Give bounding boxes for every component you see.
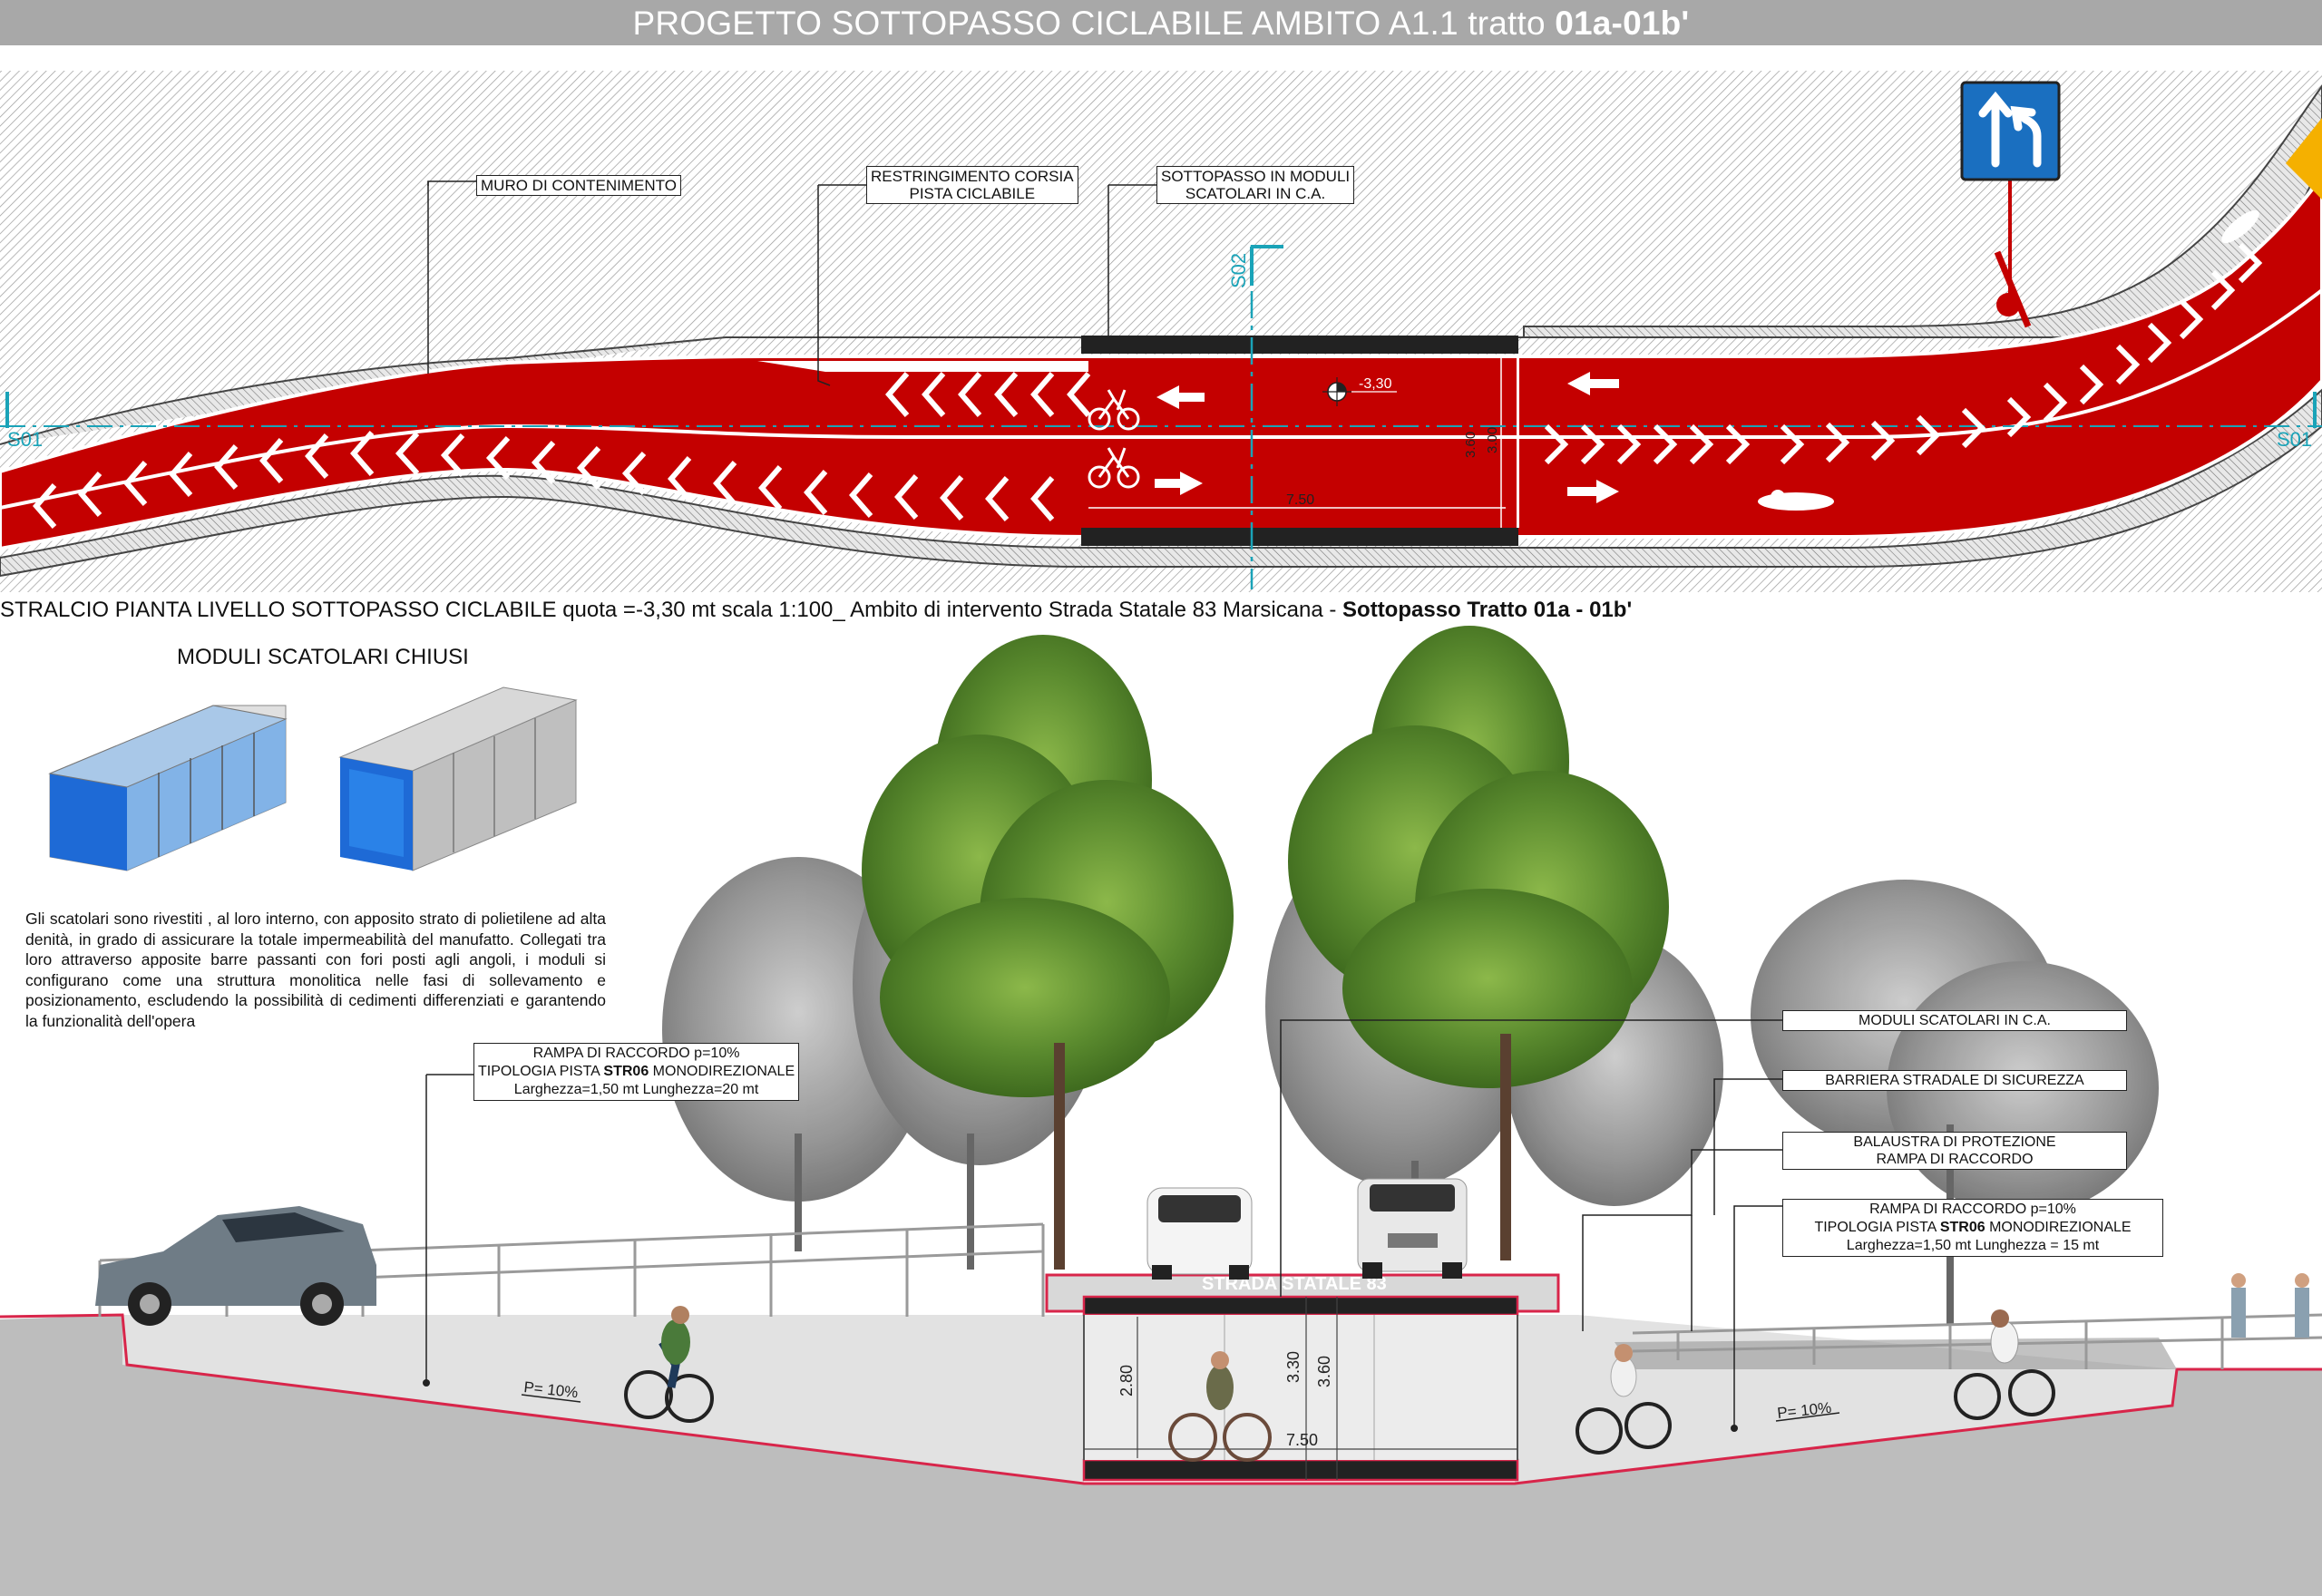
callout-balaustra-l1: BALAUSTRA DI PROTEZIONE	[1853, 1134, 2056, 1150]
moduli-description: Gli scatolari sono rivestiti , al loro i…	[25, 910, 606, 1030]
callout-left-rampa-l2c: MONODIREZIONALE	[649, 1064, 795, 1079]
callout-sottopasso-l2: SCATOLARI IN C.A.	[1185, 185, 1326, 202]
dim-width-label: 7.50	[1286, 492, 1314, 508]
s01-left-label: S01	[7, 428, 43, 451]
callout-left-rampa-l1: RAMPA DI RACCORDO p=10%	[532, 1046, 740, 1061]
callout-balaustra-l2: RAMPA DI RACCORDO	[1876, 1152, 2034, 1167]
s02-label: S02	[1227, 253, 1250, 288]
dim-width: 7.50	[1286, 1431, 1318, 1449]
grass-strip	[1615, 1338, 2177, 1369]
plan-caption-text: STRALCIO PIANTA LIVELLO SOTTOPASSO CICLA…	[0, 598, 1343, 622]
dim-height-b: 3.00	[1485, 427, 1500, 453]
callout-rampa-right-l2b: STR06	[1939, 1220, 1985, 1235]
green-trees	[862, 626, 1669, 1097]
plan-caption: STRALCIO PIANTA LIVELLO SOTTOPASSO CICLA…	[0, 594, 2322, 627]
callout-balaustra: BALAUSTRA DI PROTEZIONE RAMPA DI RACCORDO	[1782, 1132, 2127, 1170]
suv-car	[95, 1206, 376, 1326]
tunnel-roof	[1082, 1295, 1519, 1317]
s01-right-label: S01	[2277, 428, 2312, 451]
callout-sottopasso-l1: SOTTOPASSO IN MODULI	[1161, 168, 1351, 185]
plan-view: S01 S01 S02 -3,30 7.50 3.60 3.00	[0, 71, 2322, 592]
dim-h-mid: 3.30	[1284, 1351, 1302, 1383]
title-text: PROGETTO SOTTOPASSO CICLABILE AMBITO A1.…	[632, 5, 1556, 42]
plan-caption-bold: Sottopasso Tratto 01a - 01b'	[1342, 598, 1633, 622]
callout-muro-text: MURO DI CONTENIMENTO	[481, 177, 677, 194]
direction-sign	[1960, 81, 2061, 181]
callout-barriera: BARRIERA STRADALE DI SICUREZZA	[1782, 1070, 2127, 1091]
callout-rampa-right-l3: Larghezza=1,50 mt Lunghezza = 15 mt	[1846, 1238, 2100, 1253]
callout-restringimento-l2: PISTA CICLABILE	[909, 185, 1036, 202]
dim-h-inner: 2.80	[1117, 1365, 1136, 1396]
tunnel-floor	[1082, 1458, 1519, 1482]
callout-left-rampa-l2a: TIPOLOGIA PISTA	[478, 1064, 604, 1079]
tunnel-bottom-wall	[1081, 528, 1518, 546]
callout-left-rampa-l2b: STR06	[603, 1064, 649, 1079]
callout-rampa-right: RAMPA DI RACCORDO p=10% TIPOLOGIA PISTA …	[1782, 1199, 2163, 1257]
callout-restringimento: RESTRINGIMENTO CORSIA PISTA CICLABILE	[866, 166, 1078, 204]
callout-rampa-right-l2c: MONODIREZIONALE	[1985, 1220, 2132, 1235]
tunnel-top-wall	[1081, 336, 1518, 354]
title-bold: 01a-01b'	[1555, 5, 1690, 42]
dim-height-a: 3.60	[1463, 432, 1478, 458]
pickup-truck	[1357, 1178, 1468, 1279]
callout-left-rampa-l3: Larghezza=1,50 mt Lunghezza=20 mt	[513, 1082, 759, 1097]
leader-left-dot	[423, 1379, 430, 1387]
title-bar: PROGETTO SOTTOPASSO CICLABILE AMBITO A1.…	[0, 0, 2322, 45]
callout-left-rampa: RAMPA DI RACCORDO p=10% TIPOLOGIA PISTA …	[473, 1043, 800, 1101]
section-view: 2.80 3.30 3.60 7.50 STRADA STATALE 83 P=…	[0, 626, 2322, 1596]
callout-sottopasso: SOTTOPASSO IN MODULI SCATOLARI IN C.A.	[1156, 166, 1355, 204]
leader-rampa-right-dot	[1731, 1425, 1738, 1432]
pedestrians	[2231, 1273, 2309, 1338]
dim-h-outer: 3.60	[1315, 1356, 1333, 1387]
sign-base-dot	[1996, 293, 2020, 316]
moduli-title: MODULI SCATOLARI CHIUSI	[177, 645, 469, 669]
elevation-label: -3,30	[1359, 376, 1392, 392]
callout-muro: MURO DI CONTENIMENTO	[476, 175, 681, 196]
module-box-blue	[48, 705, 288, 871]
callout-moduli: MODULI SCATOLARI IN C.A.	[1782, 1010, 2127, 1031]
white-car-front	[1146, 1187, 1253, 1280]
callout-rampa-right-l2a: TIPOLOGIA PISTA	[1814, 1220, 1940, 1235]
callout-moduli-text: MODULI SCATOLARI IN C.A.	[1859, 1013, 2051, 1028]
callout-restringimento-l1: RESTRINGIMENTO CORSIA	[871, 168, 1074, 185]
tunnel-right-edge	[1517, 354, 1519, 528]
callout-rampa-right-l1: RAMPA DI RACCORDO p=10%	[1869, 1202, 2076, 1217]
callout-barriera-text: BARRIERA STRADALE DI SICUREZZA	[1825, 1073, 2084, 1088]
module-box-concrete	[338, 686, 578, 871]
leader-barriera	[1713, 1078, 1782, 1215]
